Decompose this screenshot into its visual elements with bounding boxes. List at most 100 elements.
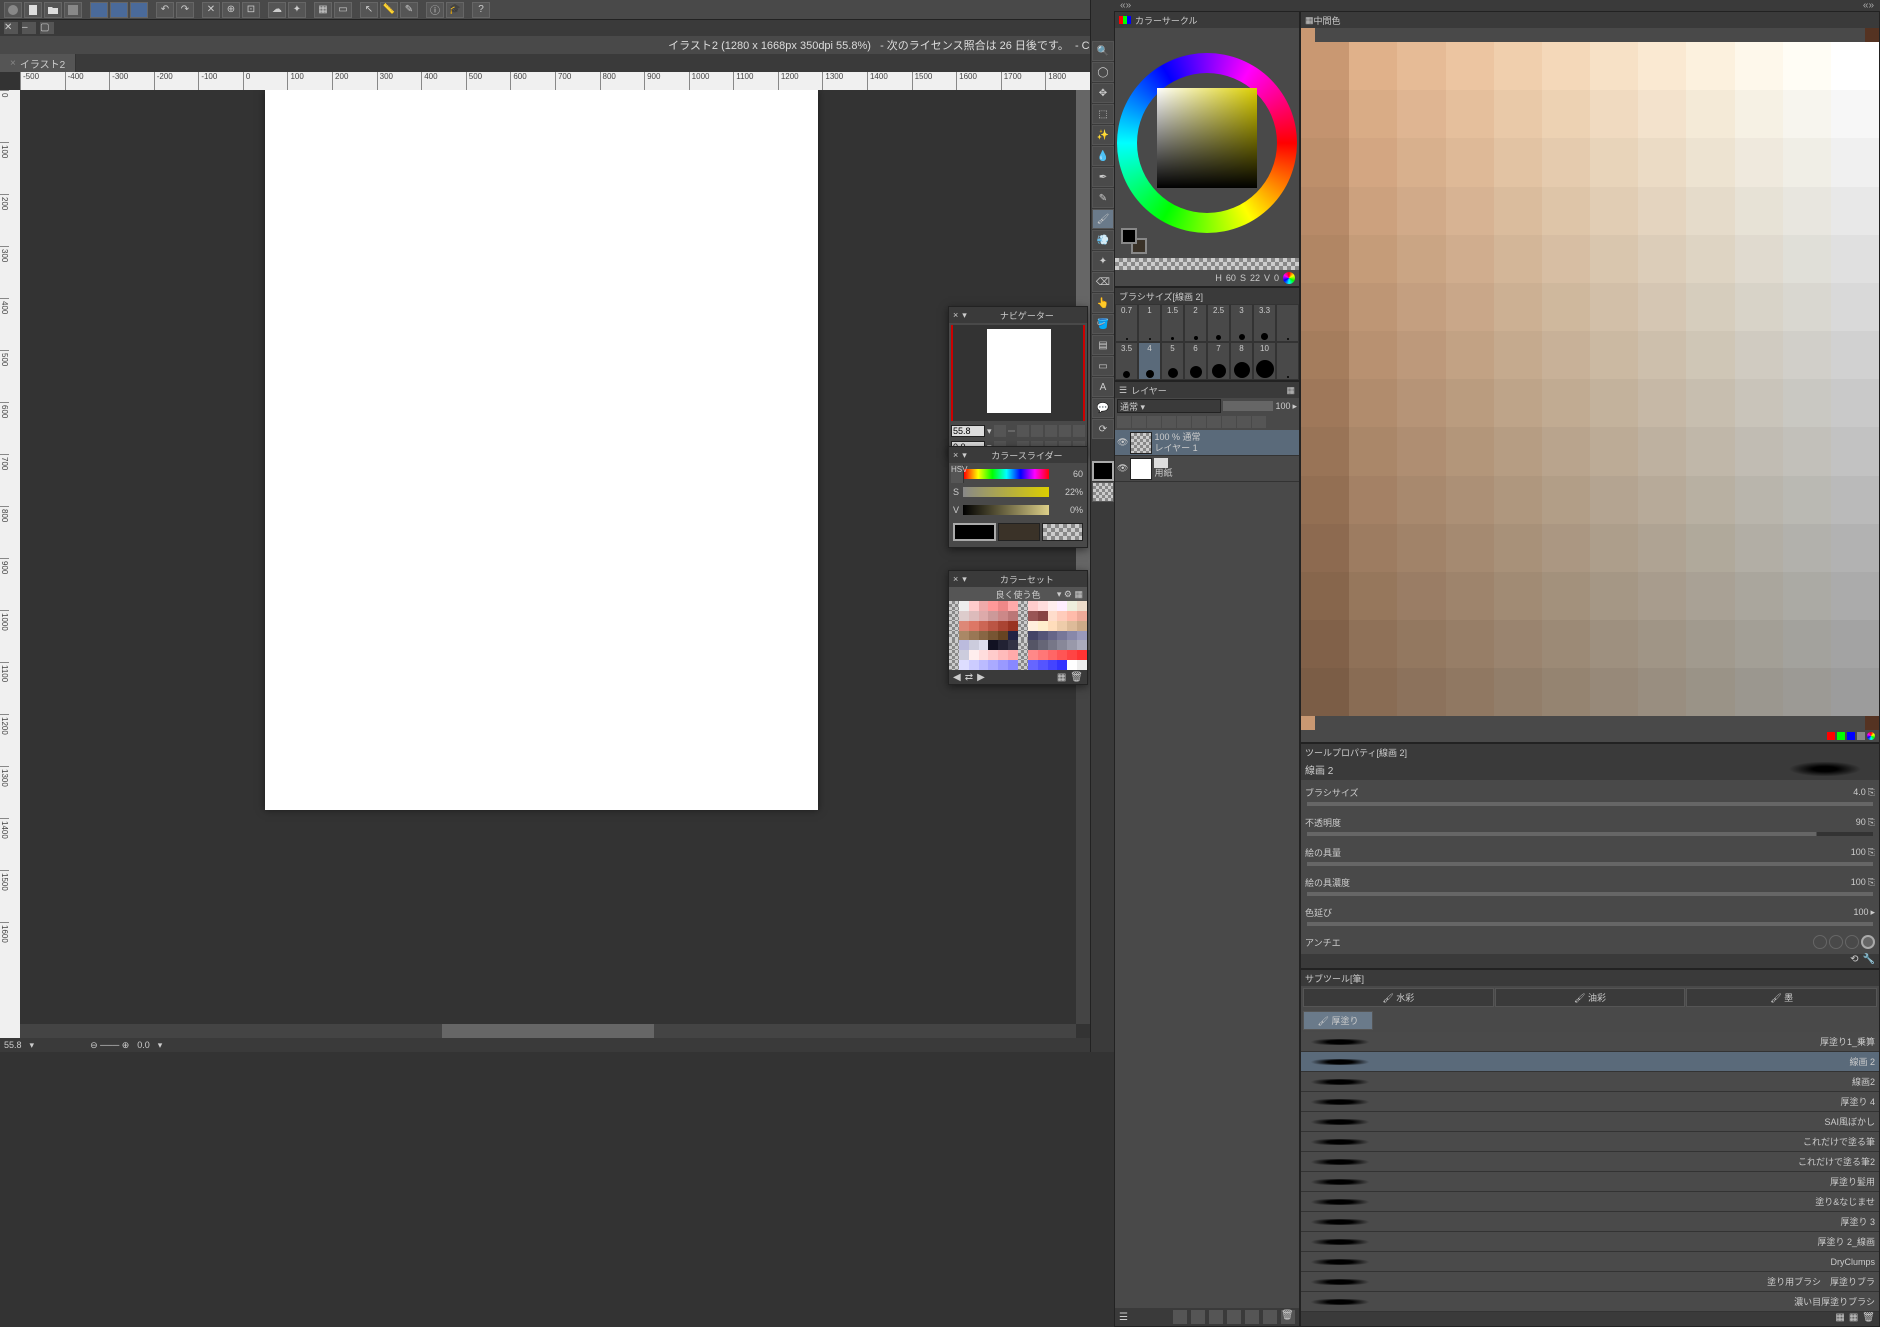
subtool-tab-watercolor[interactable]: 🖌 水彩 [1303, 988, 1494, 1007]
intermediate-swatch[interactable] [1301, 331, 1349, 379]
intermediate-swatch[interactable] [1686, 90, 1734, 138]
brush-preset[interactable]: 厚塗り1_乗算 [1301, 1032, 1879, 1052]
tp-reset-icon[interactable]: ⟲ [1850, 954, 1858, 968]
intermediate-swatch[interactable] [1831, 379, 1879, 427]
colorset-swatch[interactable] [1067, 660, 1077, 670]
opacity-value[interactable]: 90 [1840, 817, 1866, 827]
intermediate-swatch[interactable] [1638, 524, 1686, 572]
intermediate-swatch[interactable] [1735, 138, 1783, 186]
colorset-swatch[interactable] [998, 631, 1008, 641]
colorset-swatch[interactable] [988, 640, 998, 650]
intermediate-swatch[interactable] [1686, 138, 1734, 186]
intermediate-swatch[interactable] [1638, 379, 1686, 427]
intermediate-swatch[interactable] [1590, 524, 1638, 572]
intermediate-swatch[interactable] [1831, 427, 1879, 475]
brush-size-cell[interactable]: 0.7 [1115, 304, 1138, 342]
intermediate-swatch[interactable] [1349, 668, 1397, 716]
panel-close-icon[interactable]: × [953, 450, 958, 460]
colorset-swatch[interactable] [1008, 621, 1018, 631]
intermediate-swatch[interactable] [1494, 138, 1542, 186]
colorset-swatch[interactable] [959, 640, 969, 650]
lt-a-icon[interactable] [1237, 416, 1251, 428]
intermediate-swatch[interactable] [1831, 572, 1879, 620]
intermediate-swatch[interactable] [1686, 379, 1734, 427]
brush-preset[interactable]: 厚塗り髪用 [1301, 1172, 1879, 1192]
colorset-swatch[interactable] [1077, 631, 1087, 641]
intermediate-swatch[interactable] [1831, 187, 1879, 235]
eraser-tool-icon[interactable]: ⌫ [1092, 272, 1114, 292]
intermediate-swatch[interactable] [1542, 524, 1590, 572]
intermediate-swatch[interactable] [1349, 572, 1397, 620]
intermediate-swatch[interactable] [1735, 427, 1783, 475]
colorset-swatch[interactable] [1008, 660, 1018, 670]
colorset-swatch[interactable] [988, 631, 998, 641]
intermediate-swatch[interactable] [1301, 42, 1349, 90]
colorset-swatch[interactable] [988, 660, 998, 670]
chip-b[interactable] [1847, 732, 1855, 740]
layer-row[interactable]: 👁 用紙 [1115, 456, 1299, 482]
colorset-swatch[interactable] [1057, 640, 1067, 650]
colorset-swatch[interactable] [1008, 640, 1018, 650]
navigator-preview[interactable] [951, 325, 1085, 421]
fg-color-swatch[interactable] [953, 523, 996, 541]
colorset-swatch[interactable] [1028, 660, 1038, 670]
colorset-swatch[interactable] [969, 611, 979, 621]
lt-b-icon[interactable] [1252, 416, 1266, 428]
colorset-swatch[interactable] [1008, 650, 1018, 660]
intermediate-swatch[interactable] [1686, 331, 1734, 379]
intermediate-swatch[interactable] [1686, 187, 1734, 235]
st-delete-icon[interactable]: 🗑 [1862, 1312, 1875, 1326]
brush-size-cell[interactable]: 8 [1230, 342, 1253, 380]
colorset-swatch[interactable] [959, 621, 969, 631]
subtool-tab-ink[interactable]: 🖌 墨 [1686, 988, 1877, 1007]
intermediate-swatch[interactable] [1301, 427, 1349, 475]
brush-preset[interactable]: 線画2 [1301, 1072, 1879, 1092]
aa-opt-2[interactable] [1829, 935, 1843, 949]
lock-icon[interactable] [1117, 416, 1131, 428]
intermediate-swatch[interactable] [1542, 427, 1590, 475]
intermediate-swatch[interactable] [1494, 476, 1542, 524]
intermediate-swatch[interactable] [1783, 90, 1831, 138]
chip-r[interactable] [1827, 732, 1835, 740]
colorset-swatch[interactable] [1028, 650, 1038, 660]
intermediate-swatch[interactable] [1638, 668, 1686, 716]
intermediate-swatch[interactable] [1446, 427, 1494, 475]
intermediate-swatch[interactable] [1638, 476, 1686, 524]
colorset-swatch[interactable] [998, 660, 1008, 670]
intermediate-swatch[interactable] [1446, 620, 1494, 668]
colorset-swatch[interactable] [1048, 631, 1058, 641]
intermediate-swatch[interactable] [1446, 331, 1494, 379]
minimize-icon[interactable]: – [22, 22, 36, 34]
intermediate-swatch[interactable] [1446, 379, 1494, 427]
horizontal-scrollbar[interactable] [20, 1024, 1076, 1038]
intermediate-swatch[interactable] [1397, 427, 1445, 475]
document-tab[interactable]: × イラスト2 [0, 54, 76, 72]
colorset-swatch[interactable] [949, 601, 959, 611]
intermediate-swatch[interactable] [1783, 42, 1831, 90]
nav-a-icon[interactable] [1059, 425, 1071, 437]
intermediate-swatch[interactable] [1446, 476, 1494, 524]
intermediate-swatch[interactable] [1446, 235, 1494, 283]
intermediate-swatch[interactable] [1301, 668, 1349, 716]
intermediate-swatch[interactable] [1686, 235, 1734, 283]
colorset-swatch[interactable] [1018, 621, 1028, 631]
colorset-swatch[interactable] [1038, 601, 1048, 611]
cs-add-icon[interactable]: ▦ [1057, 672, 1066, 683]
brush-size-cell[interactable]: 5 [1161, 342, 1184, 380]
intermediate-swatch[interactable] [1494, 524, 1542, 572]
colorset-swatch[interactable] [969, 601, 979, 611]
new-folder-icon[interactable] [1191, 1310, 1205, 1324]
intermediate-swatch[interactable] [1349, 476, 1397, 524]
mask-icon[interactable] [1192, 416, 1206, 428]
colorset-swatch[interactable] [1077, 650, 1087, 660]
colorset-swatch[interactable] [1038, 611, 1048, 621]
colorset-swatch[interactable] [1028, 601, 1038, 611]
panel-collapse-icon[interactable]: ▾ [962, 310, 967, 321]
colorset-swatch[interactable] [988, 621, 998, 631]
intermediate-swatch[interactable] [1638, 331, 1686, 379]
colorset-swatch[interactable] [1018, 601, 1028, 611]
intermediate-swatch[interactable] [1686, 476, 1734, 524]
brush-preset[interactable]: これだけで塗る筆2 [1301, 1152, 1879, 1172]
grid-icon[interactable]: ▦ [314, 2, 332, 18]
colorset-swatch[interactable] [1057, 650, 1067, 660]
